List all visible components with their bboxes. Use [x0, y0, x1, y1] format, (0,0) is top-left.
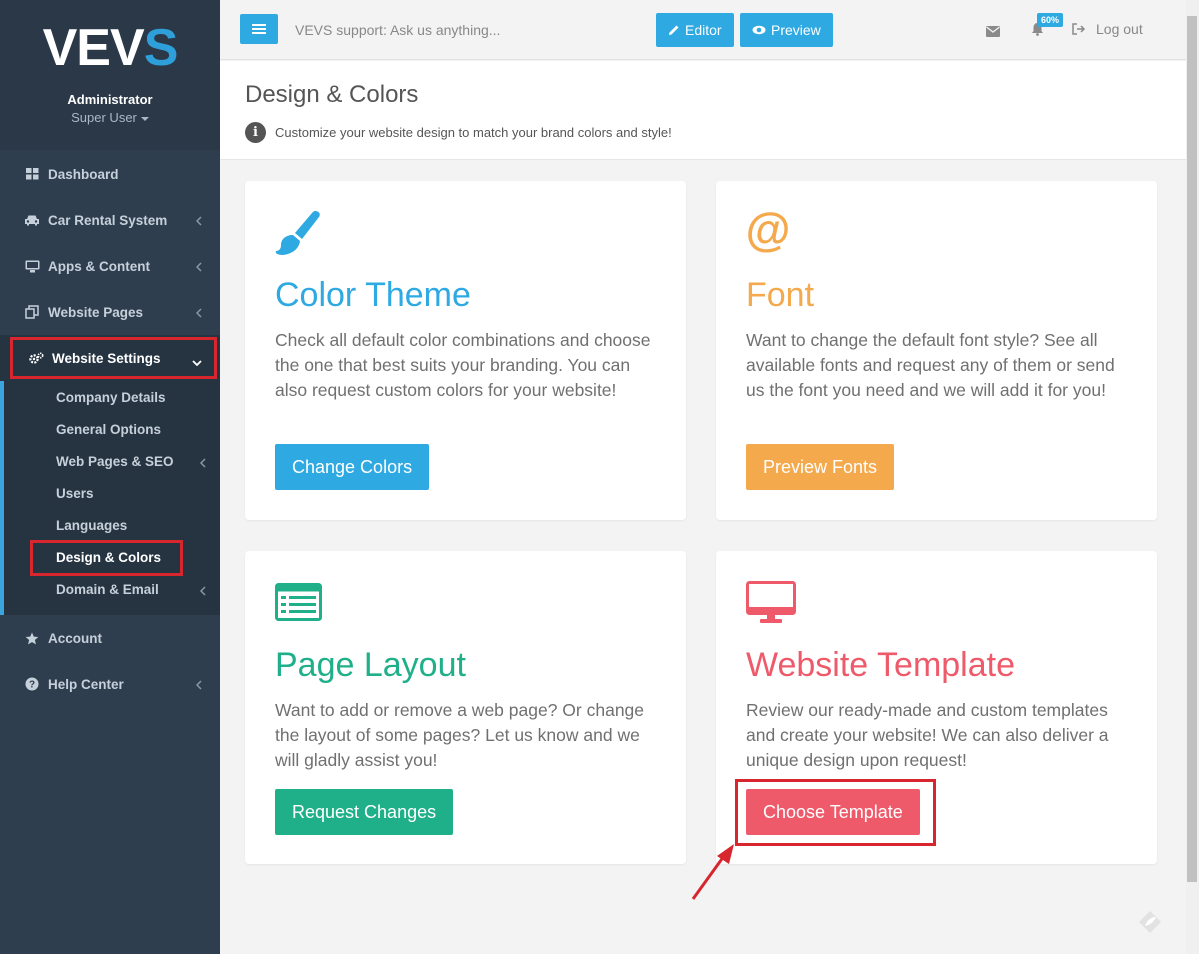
hamburger-icon — [252, 24, 266, 34]
copy-pages-icon — [24, 304, 40, 320]
preview-fonts-button[interactable]: Preview Fonts — [746, 444, 895, 490]
submenu-item-general-options[interactable]: General Options — [56, 422, 161, 437]
at-sign-icon: @ — [746, 203, 791, 258]
svg-text:?: ? — [29, 680, 35, 691]
info-icon: i — [245, 122, 266, 143]
card-title: Font — [746, 276, 815, 314]
sidebar-item-apps-content[interactable]: Apps & Content — [0, 243, 220, 289]
sidebar-item-help-center[interactable]: ? Help Center — [0, 661, 220, 707]
submenu-item-domain-email[interactable]: Domain & Email — [56, 582, 216, 597]
star-icon — [24, 630, 40, 646]
red-arrow-annotation — [690, 840, 740, 907]
card-description: Review our ready-made and custom templat… — [746, 700, 1109, 770]
card-page-layout: Page Layout Want to add or remove a web … — [245, 551, 686, 864]
submenu-item-users[interactable]: Users — [56, 486, 94, 501]
caret-down-icon — [140, 116, 149, 121]
sidebar-item-account[interactable]: Account — [0, 615, 220, 661]
paintbrush-icon — [275, 209, 323, 262]
card-font: @ Font Want to change the default font s… — [716, 181, 1157, 520]
chevron-left-icon — [199, 456, 206, 471]
eye-icon — [752, 25, 766, 35]
admin-name: Administrator — [67, 92, 153, 107]
list-layout-icon — [275, 583, 322, 626]
admin-role-dropdown[interactable]: Super User — [0, 110, 220, 125]
sidebar-toggle-button[interactable] — [240, 14, 278, 44]
submenu-item-web-pages-seo[interactable]: Web Pages & SEO — [56, 454, 216, 469]
page-subtitle: i Customize your website design to match… — [245, 122, 672, 143]
monitor-icon — [24, 258, 40, 274]
notification-badge: 60% — [1037, 13, 1064, 27]
change-colors-button[interactable]: Change Colors — [275, 444, 430, 490]
chevron-left-icon — [199, 584, 206, 599]
vevs-logo[interactable]: VEVS — [0, 22, 220, 74]
highlight-box-design-colors — [30, 540, 183, 576]
submenu-item-languages[interactable]: Languages — [56, 518, 127, 533]
support-prompt[interactable]: VEVS support: Ask us anything... — [295, 22, 500, 38]
chevron-left-icon — [195, 678, 202, 693]
card-color-theme: Color Theme Check all default color comb… — [245, 181, 686, 520]
card-title: Page Layout — [275, 646, 466, 684]
chevron-left-icon — [195, 260, 202, 275]
pencil-icon — [669, 25, 679, 35]
sidebar-item-car-rental[interactable]: Car Rental System — [0, 197, 220, 243]
card-description: Want to change the default font style? S… — [746, 330, 1115, 400]
card-title: Color Theme — [275, 276, 471, 314]
preview-button[interactable]: Preview — [740, 13, 833, 47]
page-title: Design & Colors — [245, 81, 419, 108]
card-description: Want to add or remove a web page? Or cha… — [275, 700, 645, 770]
topbar: VEVS support: Ask us anything... Editor … — [220, 0, 1186, 60]
logout-link[interactable]: Log out — [1072, 21, 1143, 37]
help-circle-icon: ? — [24, 676, 40, 692]
feather-icon[interactable] — [1137, 910, 1163, 939]
card-title: Website Template — [746, 646, 1015, 684]
svg-text:@: @ — [746, 209, 790, 253]
highlight-box-website-settings — [10, 337, 217, 379]
car-icon — [24, 212, 40, 228]
sign-out-icon — [1072, 23, 1086, 35]
sidebar-item-dashboard[interactable]: Dashboard — [0, 151, 220, 197]
chevron-left-icon — [195, 214, 202, 229]
card-description: Check all default color combinations and… — [275, 330, 651, 400]
brand-area: VEVS Administrator Super User — [0, 0, 220, 150]
scrollbar-thumb[interactable] — [1187, 16, 1197, 882]
envelope-icon[interactable] — [986, 24, 1000, 42]
monitor-icon — [746, 581, 796, 630]
submenu-item-company-details[interactable]: Company Details — [56, 390, 166, 405]
grid-icon — [24, 166, 40, 182]
sidebar-item-website-pages[interactable]: Website Pages — [0, 289, 220, 335]
editor-button[interactable]: Editor — [656, 13, 734, 47]
request-changes-button[interactable]: Request Changes — [275, 789, 454, 835]
highlight-box-choose-template — [735, 779, 936, 846]
content-header: Design & Colors i Customize your website… — [220, 61, 1186, 160]
chevron-left-icon — [195, 306, 202, 321]
sidebar: VEVS Administrator Super User Dashboard … — [0, 0, 220, 954]
